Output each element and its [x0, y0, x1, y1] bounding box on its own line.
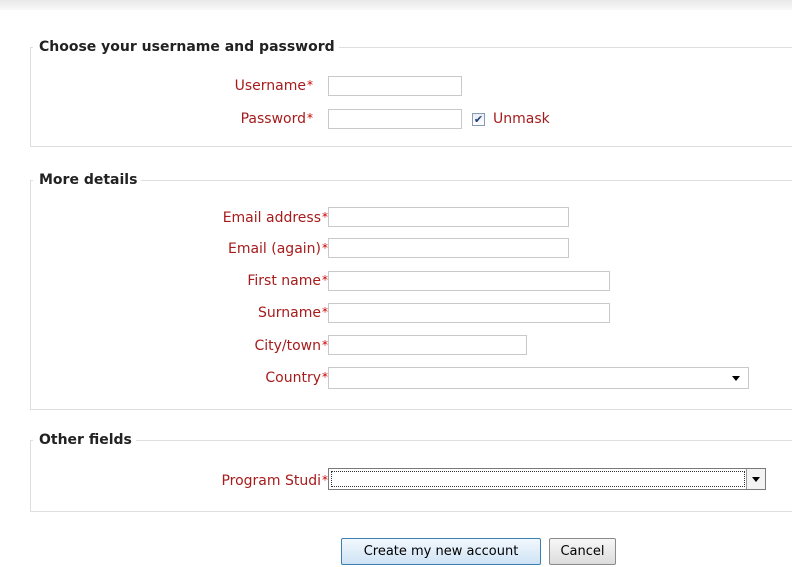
program-label: Program Studi* [221, 473, 328, 489]
required-asterisk: * [307, 78, 313, 92]
unmask-label: Unmask [493, 111, 550, 127]
surname-label: Surname* [258, 305, 328, 321]
top-gradient-bar [0, 0, 792, 10]
country-label: Country* [265, 370, 328, 386]
username-label: Username* [234, 78, 313, 94]
email-again-input[interactable] [328, 238, 569, 258]
program-select[interactable] [328, 468, 766, 490]
cancel-button[interactable]: Cancel [549, 538, 616, 565]
surname-input[interactable] [328, 303, 610, 323]
country-select[interactable] [328, 367, 749, 389]
details-legend: More details [33, 172, 142, 188]
other-legend: Other fields [33, 432, 136, 448]
password-input[interactable] [328, 109, 462, 129]
city-input[interactable] [328, 335, 527, 355]
create-account-button[interactable]: Create my new account [341, 538, 541, 565]
email-again-label: Email (again)* [227, 241, 328, 257]
credentials-frame [30, 47, 792, 147]
credentials-legend: Choose your username and password [33, 39, 339, 55]
first-name-label: First name* [247, 273, 328, 289]
chevron-down-icon [732, 376, 740, 381]
chevron-down-icon [752, 477, 760, 482]
required-asterisk: * [307, 111, 313, 125]
unmask-checkbox[interactable]: ✔ [472, 113, 485, 126]
dropdown-button[interactable] [746, 469, 765, 489]
username-input[interactable] [328, 76, 462, 96]
city-label: City/town* [254, 338, 328, 354]
email-label: Email address* [222, 210, 328, 226]
password-label: Password* [240, 111, 313, 127]
first-name-input[interactable] [328, 271, 610, 291]
focus-ring [331, 471, 745, 487]
email-input[interactable] [328, 207, 569, 227]
